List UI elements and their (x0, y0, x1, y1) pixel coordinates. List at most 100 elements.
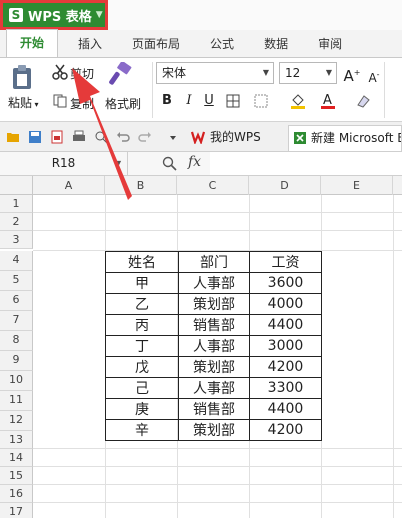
fill-color-icon[interactable] (290, 92, 306, 110)
copy-button[interactable]: 复制 (70, 95, 94, 112)
table-cell[interactable]: 策划部 (178, 356, 250, 378)
row-header-9[interactable]: 9 (0, 351, 33, 371)
table-cell[interactable]: 甲 (105, 272, 179, 294)
clear-format-icon[interactable] (355, 93, 371, 109)
table-cell[interactable]: 人事部 (178, 377, 250, 399)
zoom-icon[interactable] (162, 156, 177, 171)
borders-icon[interactable] (226, 94, 240, 108)
table-cell[interactable]: 4400 (249, 398, 322, 420)
table-cell[interactable]: 人事部 (178, 272, 250, 294)
format-painter-button[interactable]: 格式刷 (105, 95, 141, 112)
row-header-15[interactable]: 15 (0, 467, 33, 485)
column-header-c[interactable]: C (177, 176, 249, 195)
table-cell[interactable]: 辛 (105, 419, 179, 441)
wps-logo-icon: S (9, 8, 23, 22)
gridline (393, 195, 394, 518)
table-cell[interactable]: 策划部 (178, 293, 250, 315)
table-row: 戊 策划部 4200 (105, 356, 322, 378)
row-header-12[interactable]: 12 (0, 411, 33, 431)
shrink-font-button[interactable]: A- (365, 66, 383, 85)
chevron-down-icon[interactable]: ▼ (115, 152, 121, 175)
row-header-1[interactable]: 1 (0, 195, 33, 213)
table-cell[interactable]: 乙 (105, 293, 179, 315)
select-all-button[interactable] (0, 176, 33, 195)
table-cell[interactable]: 3300 (249, 377, 322, 399)
font-name-select[interactable]: 宋体 ▼ (156, 62, 274, 84)
row-header-10[interactable]: 10 (0, 371, 33, 391)
table-cell[interactable]: 4400 (249, 314, 322, 336)
row-header-7[interactable]: 7 (0, 311, 33, 331)
print-icon[interactable] (72, 130, 86, 144)
app-menu-button[interactable]: S WPS 表格 ▼ (0, 0, 108, 30)
tab-home[interactable]: 开始 (6, 29, 59, 57)
table-cell[interactable]: 4200 (249, 419, 322, 441)
pdf-icon[interactable] (50, 130, 64, 144)
fx-button[interactable]: fx (188, 154, 201, 170)
row-header-3[interactable]: 3 (0, 231, 33, 249)
scissors-icon[interactable] (52, 64, 68, 80)
table-row: 庚 销售部 4400 (105, 398, 322, 420)
format-painter-icon[interactable] (108, 62, 132, 88)
copy-icon[interactable] (53, 94, 67, 108)
row-header-4[interactable]: 4 (0, 251, 33, 271)
table-cell[interactable]: 庚 (105, 398, 179, 420)
doctab-new-workbook[interactable]: 新建 Microsoft E (288, 125, 402, 151)
table-cell[interactable]: 戊 (105, 356, 179, 378)
table-cell[interactable]: 工资 (249, 251, 322, 273)
row-header-8[interactable]: 8 (0, 331, 33, 351)
doctab-label: 新建 Microsoft E (311, 131, 402, 145)
print-preview-icon[interactable] (94, 130, 108, 144)
doctab-my-wps[interactable]: 我的WPS (188, 125, 261, 151)
table-cell[interactable]: 3000 (249, 335, 322, 357)
table-cell[interactable]: 销售部 (178, 314, 250, 336)
paste-button[interactable]: 粘贴 ▾ (8, 94, 39, 111)
undo-icon[interactable] (116, 130, 130, 144)
tab-page-layout[interactable]: 页面布局 (122, 31, 190, 57)
underline-button[interactable]: U (200, 92, 218, 110)
folder-icon[interactable] (6, 130, 20, 144)
font-color-icon[interactable]: A (320, 92, 336, 110)
table-cell[interactable]: 丁 (105, 335, 179, 357)
cut-button[interactable]: 剪切 (70, 65, 94, 82)
column-header-a[interactable]: A (33, 176, 105, 195)
table-cell[interactable]: 策划部 (178, 419, 250, 441)
row-header-17[interactable]: 17 (0, 503, 33, 518)
cell-style-icon[interactable] (254, 94, 268, 108)
row-header-16[interactable]: 16 (0, 485, 33, 503)
table-cell[interactable]: 人事部 (178, 335, 250, 357)
table-cell[interactable]: 己 (105, 377, 179, 399)
redo-icon[interactable] (138, 130, 152, 144)
formula-input[interactable] (210, 152, 402, 175)
grow-font-button[interactable]: A+ (343, 64, 361, 85)
table-cell[interactable]: 3600 (249, 272, 322, 294)
name-box[interactable]: R18 (0, 152, 128, 175)
column-header-d[interactable]: D (249, 176, 321, 195)
table-cell[interactable]: 丙 (105, 314, 179, 336)
row-header-2[interactable]: 2 (0, 213, 33, 231)
customize-qat-icon[interactable] (166, 130, 180, 144)
table-cell[interactable]: 部门 (178, 251, 250, 273)
table-cell[interactable]: 4000 (249, 293, 322, 315)
table-cell[interactable]: 销售部 (178, 398, 250, 420)
save-icon[interactable] (28, 130, 42, 144)
font-size-select[interactable]: 12 ▼ (279, 62, 337, 84)
row-header-5[interactable]: 5 (0, 271, 33, 291)
row-header-14[interactable]: 14 (0, 449, 33, 467)
data-table: 姓名 部门 工资 甲 人事部 3600 乙 策划部 4000 丙 销售部 440… (105, 251, 322, 441)
tab-formulas[interactable]: 公式 (200, 31, 244, 57)
column-header-e[interactable]: E (321, 176, 393, 195)
ribbon-tabs: 开始 插入 页面布局 公式 数据 审阅 (0, 29, 402, 58)
italic-button[interactable]: I (180, 92, 198, 110)
row-header-11[interactable]: 11 (0, 391, 33, 411)
paste-icon[interactable] (10, 64, 34, 90)
bold-button[interactable]: B (158, 92, 176, 110)
row-header-6[interactable]: 6 (0, 291, 33, 311)
row-header-13[interactable]: 13 (0, 431, 33, 449)
table-cell[interactable]: 4200 (249, 356, 322, 378)
table-cell[interactable]: 姓名 (105, 251, 179, 273)
tab-data[interactable]: 数据 (254, 31, 298, 57)
column-header-b[interactable]: B (105, 176, 177, 195)
tab-insert[interactable]: 插入 (68, 31, 112, 57)
tab-review[interactable]: 审阅 (308, 31, 352, 57)
table-row: 辛 策划部 4200 (105, 419, 322, 441)
